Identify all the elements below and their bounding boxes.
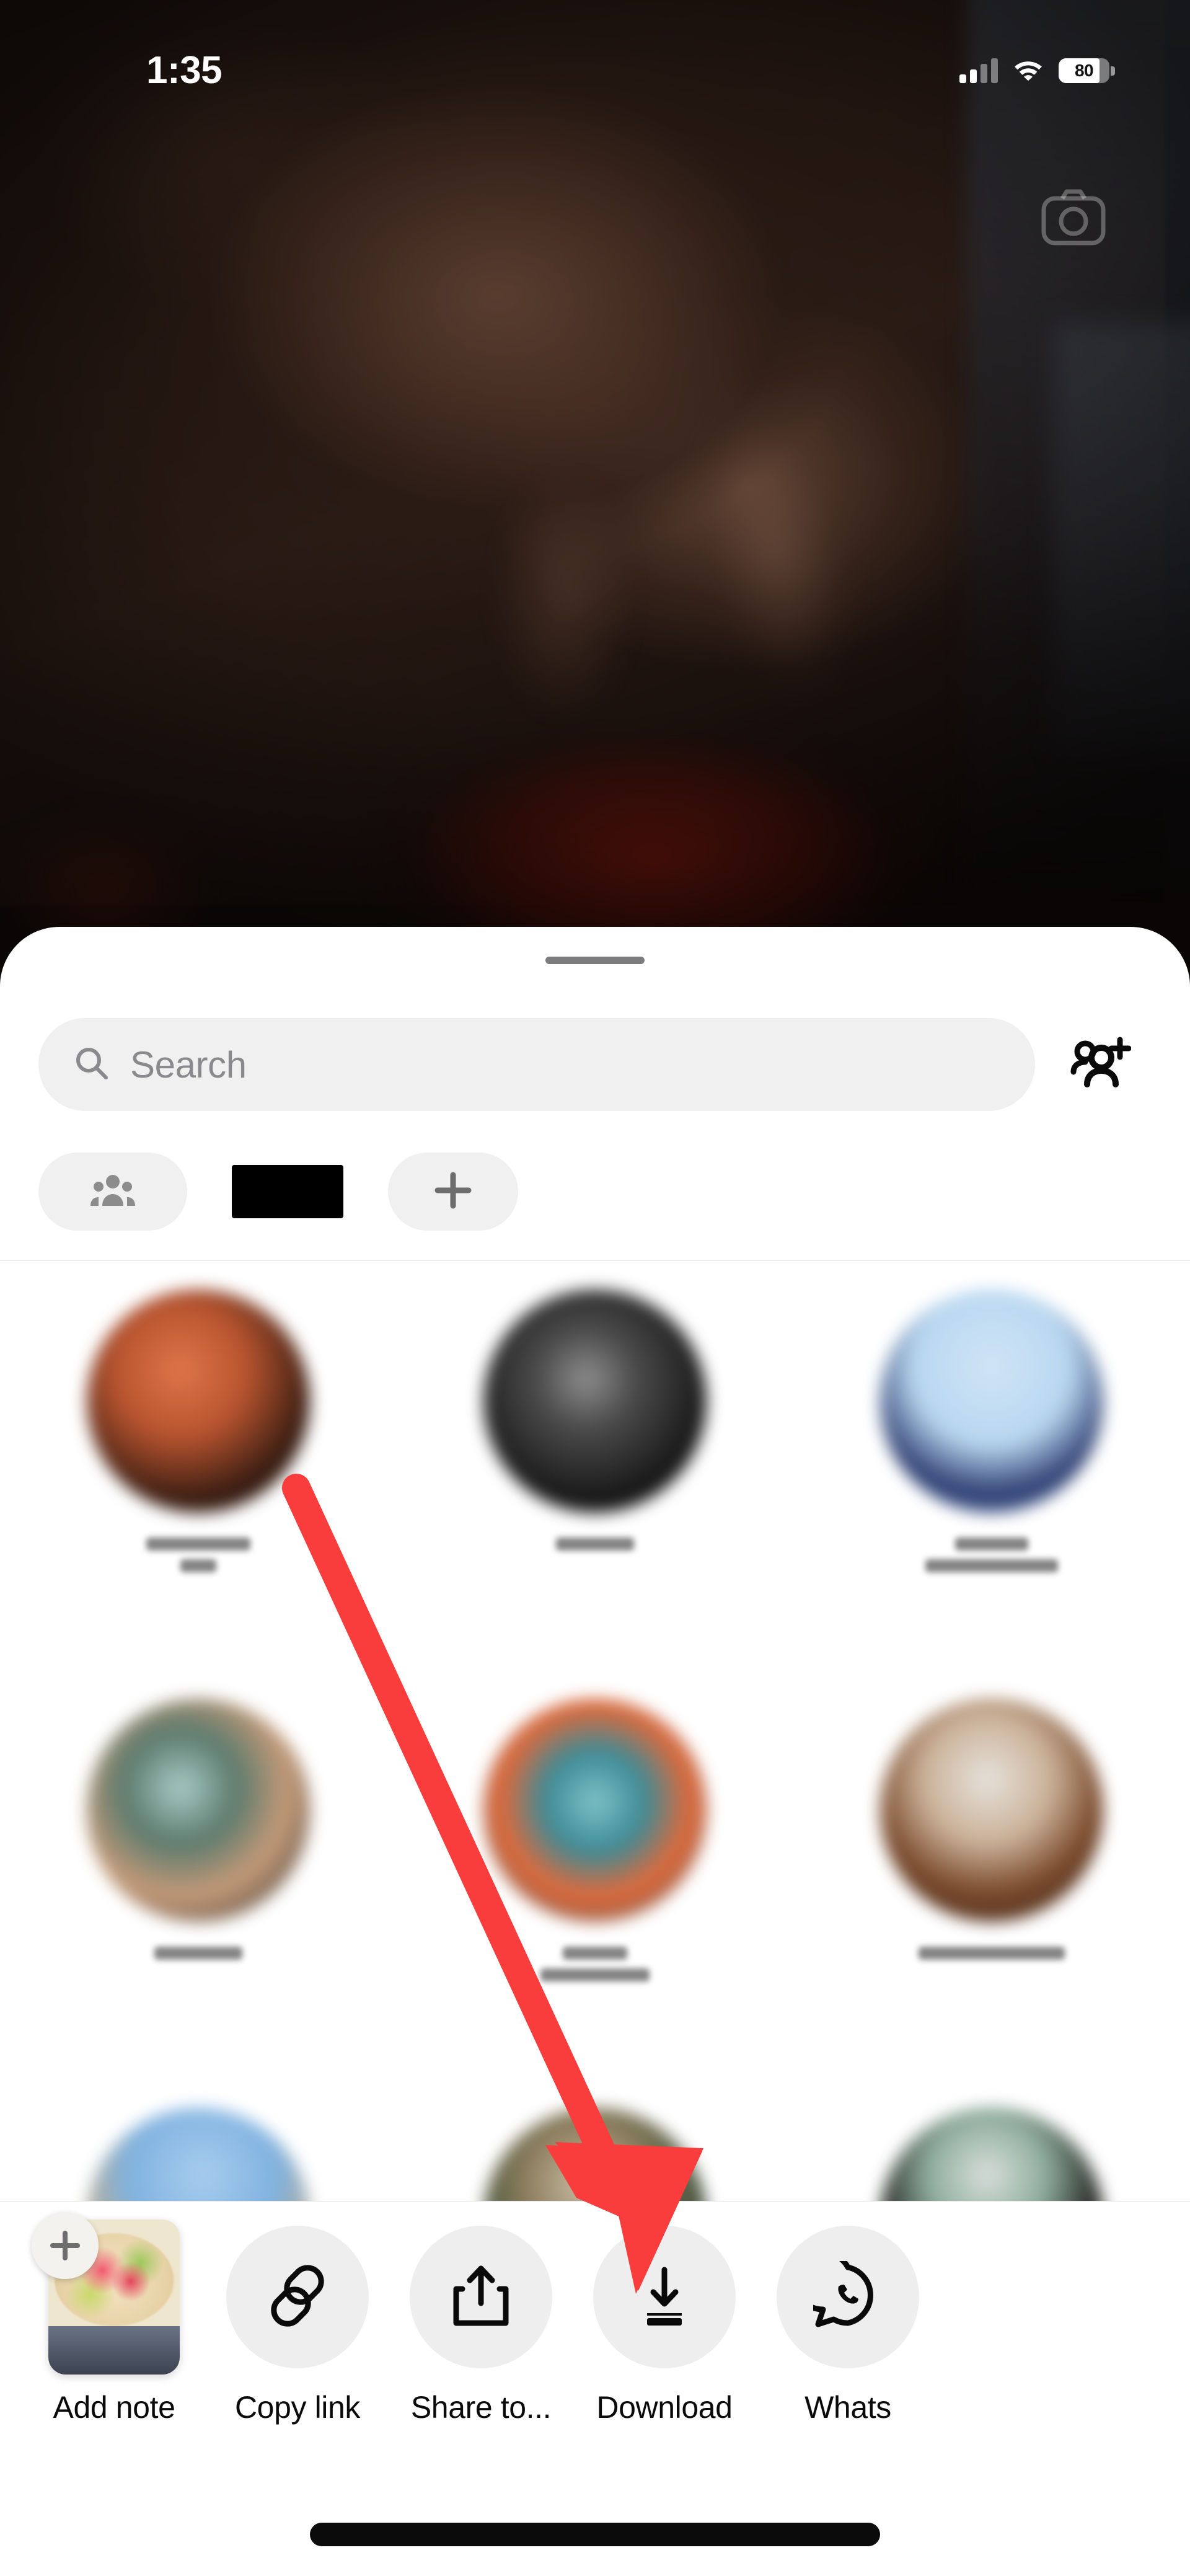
- contact-cell[interactable]: [397, 1290, 793, 1699]
- download-button[interactable]: [593, 2226, 736, 2368]
- search-row: Search: [0, 1003, 1190, 1126]
- whatsapp-icon: [791, 2249, 883, 2334]
- contact-cell[interactable]: [793, 1290, 1190, 1699]
- redacted-box: [232, 1165, 343, 1218]
- note-photo-content: [48, 2326, 180, 2375]
- avatar: [483, 1290, 707, 1513]
- contact-name-redacted: [925, 1538, 1058, 1572]
- avatar: [483, 1699, 707, 1922]
- search-input[interactable]: Search: [38, 1018, 1035, 1111]
- sheet-drag-handle[interactable]: [545, 957, 645, 964]
- action-bar: Add note Copy link Share to... Download …: [0, 2201, 1190, 2576]
- whatsapp-button[interactable]: [777, 2226, 919, 2368]
- chip-redacted[interactable]: [213, 1153, 362, 1231]
- action-whatsapp[interactable]: Whats: [756, 2226, 940, 2425]
- avatar: [87, 1699, 310, 1922]
- add-people-button[interactable]: [1046, 1018, 1152, 1111]
- contact-name-redacted: [146, 1538, 250, 1572]
- action-label: Share to...: [410, 2390, 552, 2425]
- action-download[interactable]: Download: [573, 2226, 756, 2425]
- photo-dim-overlay: [0, 0, 1190, 967]
- search-icon: [74, 1046, 109, 1084]
- home-indicator: [310, 2523, 880, 2546]
- action-list: Add note Copy link Share to... Download …: [0, 2212, 1190, 2425]
- action-add-note[interactable]: Add note: [22, 2212, 206, 2425]
- contact-cell[interactable]: [0, 1699, 397, 2108]
- avatar: [880, 1290, 1103, 1513]
- action-label: Add note: [53, 2390, 175, 2425]
- camera-icon[interactable]: [1036, 180, 1111, 254]
- add-note-thumbnail: [32, 2212, 185, 2375]
- share-upload-icon: [449, 2261, 513, 2334]
- group-people-icon: [89, 1171, 136, 1213]
- contact-name-redacted: [540, 1947, 650, 1981]
- avatar: [880, 1699, 1103, 1922]
- search-placeholder-text: Search: [130, 1043, 247, 1086]
- action-label: Download: [596, 2390, 733, 2425]
- contact-cell[interactable]: [397, 1699, 793, 2108]
- plus-icon: [434, 1171, 472, 1213]
- avatar: [87, 1290, 310, 1513]
- background-photo: [0, 0, 1190, 967]
- add-people-icon: [1067, 1035, 1132, 1095]
- download-icon: [632, 2261, 697, 2334]
- contact-cell[interactable]: [793, 1699, 1190, 2108]
- contact-name-redacted: [919, 1947, 1065, 1960]
- action-label: Copy link: [234, 2390, 361, 2425]
- action-copy-link[interactable]: Copy link: [206, 2226, 389, 2425]
- chip-new-group[interactable]: [388, 1153, 518, 1231]
- contact-name-redacted: [556, 1538, 634, 1551]
- plus-icon: [32, 2212, 99, 2279]
- contacts-row: [0, 1699, 1190, 2108]
- chip-group[interactable]: [38, 1153, 187, 1231]
- contacts-row: [0, 1290, 1190, 1699]
- share-to-button[interactable]: [410, 2226, 552, 2368]
- contact-name-redacted: [154, 1947, 242, 1960]
- filter-chips-row: [0, 1126, 1190, 1257]
- copy-link-button[interactable]: [226, 2226, 369, 2368]
- link-icon: [263, 2261, 332, 2334]
- contacts-grid: [0, 1261, 1190, 2331]
- action-label: Whats: [804, 2390, 891, 2425]
- action-share-to[interactable]: Share to...: [389, 2226, 573, 2425]
- contact-cell[interactable]: [0, 1290, 397, 1699]
